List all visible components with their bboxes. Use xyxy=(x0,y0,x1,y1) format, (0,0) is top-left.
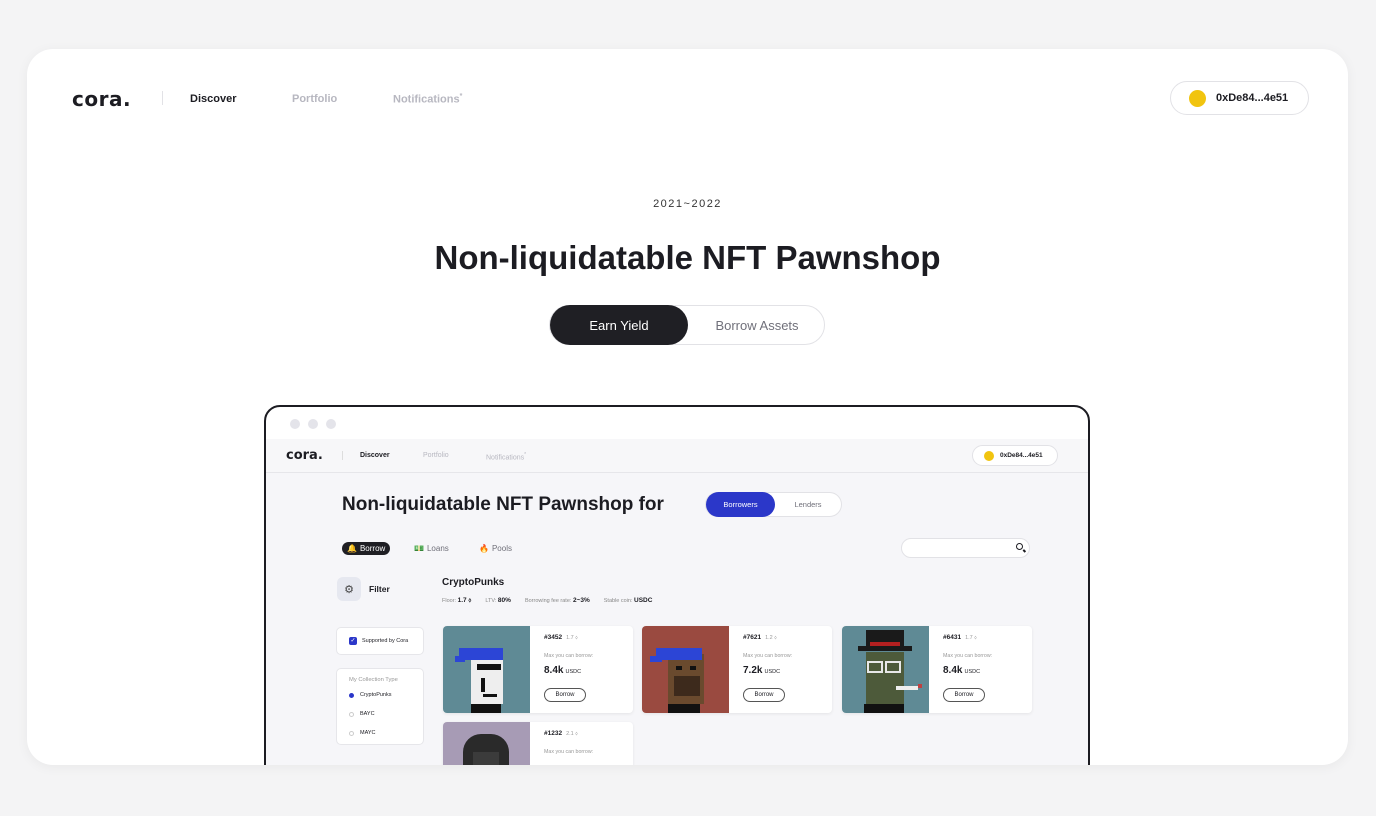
hero-years: 2021~2022 xyxy=(653,198,722,210)
preview-tab-pools: 🔥 Pools xyxy=(474,542,517,555)
nft-image xyxy=(443,626,530,713)
max-borrow-label: Max you can borrow: xyxy=(544,749,594,755)
nft-id: #6431 1.7 ⬨ xyxy=(943,634,977,641)
preview-content: cora. Discover Portfolio Notifications* … xyxy=(266,439,1088,765)
nft-card: #7621 1.2 ⬨ Max you can borrow: 7.2k USDC … xyxy=(642,626,832,713)
punk-avatar xyxy=(463,734,509,765)
preview-notification-mark: * xyxy=(524,452,527,458)
earn-yield-button[interactable]: Earn Yield xyxy=(550,305,688,345)
punk-avatar xyxy=(455,648,503,713)
window-dot xyxy=(326,419,336,429)
nft-id: #3452 1.7 ⬨ xyxy=(544,634,578,641)
nft-card: #1232 2.1 ⬨ Max you can borrow: xyxy=(443,722,633,765)
preview-title: Non-liquidatable NFT Pawnshop for xyxy=(342,494,664,515)
wallet-button[interactable]: 0xDe84...4e51 xyxy=(1170,81,1309,115)
hero-title: Non-liquidatable NFT Pawnshop xyxy=(434,239,941,276)
preview-tab-borrow: 🔔 Borrow xyxy=(342,542,391,555)
nav-discover[interactable]: Discover xyxy=(190,93,236,105)
borrow-assets-button[interactable]: Borrow Assets xyxy=(688,306,826,344)
supported-label: Supported by Cora xyxy=(362,638,409,644)
collection-type-title: My Collection Type xyxy=(349,677,398,683)
stat-ltv: LTV: 80% xyxy=(485,597,511,604)
borrow-button: Borrow xyxy=(743,688,785,702)
nft-id: #1232 2.1 ⬨ xyxy=(544,730,578,737)
preview-supported-filter: ✓ Supported by Cora xyxy=(336,627,424,655)
stat-floor: Floor: 1.7 ⬨ xyxy=(442,597,472,604)
nft-id: #7621 1.2 ⬨ xyxy=(743,634,777,641)
max-borrow-label: Max you can borrow: xyxy=(743,653,793,659)
borrow-button: Borrow xyxy=(544,688,586,702)
fire-icon: 🔥 xyxy=(479,544,489,553)
window-dot xyxy=(308,419,318,429)
wallet-address: 0xDe84...4e51 xyxy=(1216,92,1289,104)
preview-nav-discover: Discover xyxy=(360,452,390,459)
nft-image xyxy=(842,626,929,713)
preview-wallet-address: 0xDe84...4e51 xyxy=(1000,452,1043,459)
preview-tab-borrow-label: Borrow xyxy=(359,544,386,553)
preview-lenders-button: Lenders xyxy=(794,500,822,509)
notification-mark: * xyxy=(459,93,463,100)
radio-icon xyxy=(349,711,354,717)
money-icon: 💵 xyxy=(414,544,424,553)
collection-option: MAYC xyxy=(337,725,423,744)
preview-collection-type-filter: My Collection Type CryptoPunks BAYC MAYC xyxy=(336,668,424,745)
stat-stablecoin: Stable coin: USDC xyxy=(603,597,653,604)
preview-wallet: 0xDe84...4e51 xyxy=(972,445,1058,466)
nft-card: #3452 1.7 ⬨ Max you can borrow: 8.4k USDC … xyxy=(443,626,633,713)
punk-avatar xyxy=(650,648,704,713)
radio-icon xyxy=(349,692,354,698)
radio-icon xyxy=(349,730,354,736)
window-dot xyxy=(290,419,300,429)
nft-image xyxy=(642,626,729,713)
preview-nav-notifications-label: Notifications xyxy=(486,454,525,462)
nav-portfolio[interactable]: Portfolio xyxy=(292,93,337,105)
stat-fee: Borrowing fee rate: 2~3% xyxy=(524,597,590,604)
preview-logo: cora. xyxy=(286,448,323,463)
preview-collection-stats: Floor: 1.7 ⬨ LTV: 80% Borrowing fee rate… xyxy=(442,597,652,605)
preview-search xyxy=(901,538,1030,558)
nft-image xyxy=(443,722,530,765)
filter-icon: ⚙ xyxy=(337,577,361,601)
preview-tab-loans-label: Loans xyxy=(426,544,449,553)
preview-tab-loans: 💵 Loans xyxy=(409,542,454,555)
nft-card: #6431 1.7 ⬨ Max you can borrow: 8.4k USDC … xyxy=(842,626,1032,713)
search-icon xyxy=(1016,543,1023,550)
landing-card: cora. Discover Portfolio Notifications* … xyxy=(27,49,1348,765)
preview-tab-pools-label: Pools xyxy=(491,544,512,553)
max-borrow-label: Max you can borrow: xyxy=(544,653,594,659)
nav-notifications-label: Notifications xyxy=(393,93,460,106)
preview-borrowers-button: Borrowers xyxy=(706,492,775,517)
punk-avatar xyxy=(858,630,922,713)
preview-toggle: Borrowers Lenders xyxy=(705,492,842,517)
cora-logo[interactable]: cora. xyxy=(72,87,131,111)
preview-nav-portfolio: Portfolio xyxy=(423,452,449,459)
window-dots xyxy=(290,419,336,429)
preview-nav-divider xyxy=(342,451,343,460)
preview-nav: cora. Discover Portfolio Notifications* … xyxy=(266,439,1088,473)
bell-icon: 🔔 xyxy=(347,544,357,553)
preview-nav-notifications: Notifications* xyxy=(486,452,526,461)
max-borrow-amount: 8.4k USDC xyxy=(544,665,582,676)
coin-icon xyxy=(1189,89,1206,107)
preview-collection-name: CryptoPunks xyxy=(442,577,505,588)
max-borrow-amount: 8.4k USDC xyxy=(943,665,981,676)
borrow-button: Borrow xyxy=(943,688,985,702)
preview-filter-label: Filter xyxy=(369,584,390,594)
checkbox-icon: ✓ xyxy=(349,637,357,645)
mode-toggle: Earn Yield Borrow Assets xyxy=(549,305,825,345)
app-preview-window: cora. Discover Portfolio Notifications* … xyxy=(264,405,1090,765)
max-borrow-label: Max you can borrow: xyxy=(943,653,993,659)
nav-divider xyxy=(162,91,163,105)
max-borrow-amount: 7.2k USDC xyxy=(743,665,781,676)
nav-notifications[interactable]: Notifications* xyxy=(393,93,462,106)
collection-option: BAYC xyxy=(337,706,423,725)
preview-coin-icon xyxy=(984,450,994,461)
collection-option: CryptoPunks xyxy=(337,687,423,706)
